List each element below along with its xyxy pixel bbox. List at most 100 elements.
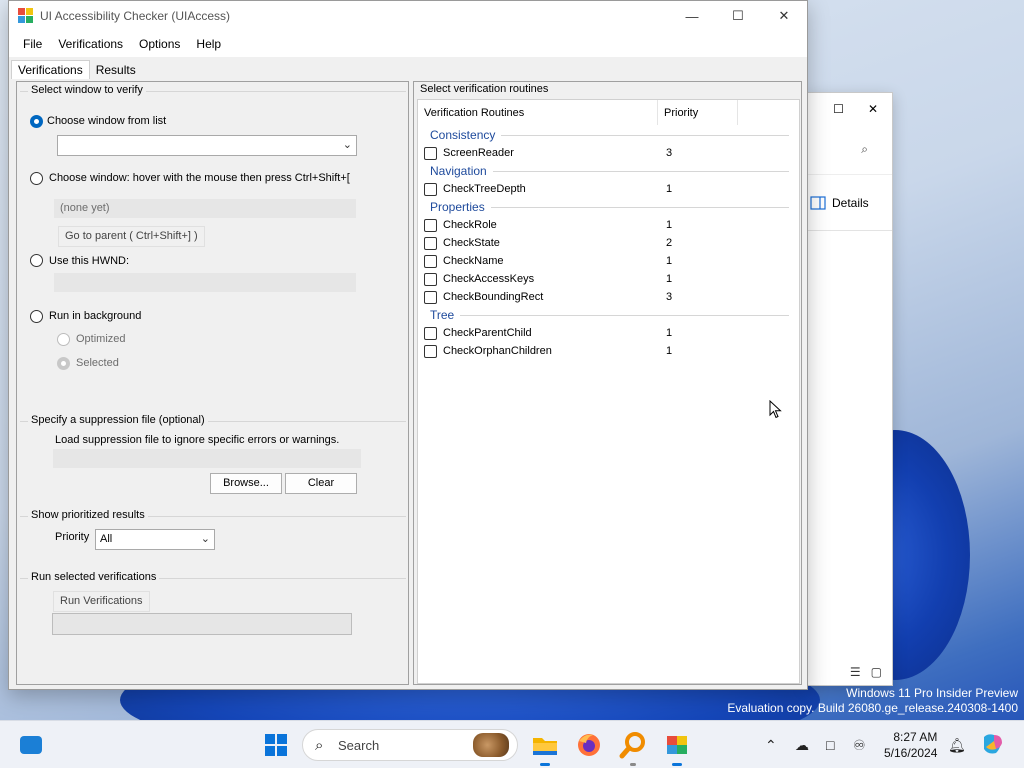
back-window-titlebar: ☐ ✕ [806, 93, 892, 125]
taskbar: ⌕ Search ⌃ ☁ □ ♾ 8:27 AM 5/16/2024 🔔︎ [0, 720, 1024, 768]
choose-from-list-label: Choose window from list [47, 115, 167, 127]
taskbar-search[interactable]: ⌕ Search [302, 729, 518, 761]
menu-file[interactable]: File [15, 37, 50, 51]
close-button[interactable]: ✕ [761, 1, 807, 31]
evaluation-watermark: Windows 11 Pro Insider Preview Evaluatio… [727, 686, 1018, 716]
minimize-button[interactable]: — [669, 1, 715, 31]
routine-checkbox[interactable] [424, 236, 437, 250]
watermark-line1: Windows 11 Pro Insider Preview [846, 686, 1018, 700]
routine-name: CheckBoundingRect [443, 291, 544, 303]
optimized-radio[interactable] [57, 333, 70, 346]
routine-row[interactable]: CheckAccessKeys 1 [418, 270, 799, 288]
list-view-icon[interactable]: ☰ [850, 665, 861, 679]
run-verifications-button[interactable]: Run Verifications [53, 591, 150, 612]
chevron-down-icon: ⌄ [342, 139, 352, 151]
clear-button[interactable]: Clear [285, 473, 357, 494]
accessibility-icon[interactable]: ♾ [853, 721, 866, 768]
routine-name: CheckTreeDepth [443, 183, 526, 195]
browse-button[interactable]: Browse... [210, 473, 282, 494]
routine-checkbox[interactable] [424, 182, 437, 196]
magnifier-icon[interactable] [619, 731, 647, 766]
routine-row[interactable]: CheckName 1 [418, 252, 799, 270]
details-label: Details [832, 195, 869, 210]
tab-results[interactable]: Results [90, 61, 142, 79]
routine-name: CheckOrphanChildren [443, 345, 552, 357]
title-bar[interactable]: UI Accessibility Checker (UIAccess) — ☐ … [9, 1, 807, 31]
display-icon[interactable]: □ [826, 721, 834, 768]
routine-group-name: Tree [430, 308, 455, 322]
hwnd-input[interactable] [54, 273, 356, 292]
routine-row[interactable]: CheckState 2 [418, 234, 799, 252]
routines-list: Verification Routines Priority Consisten… [417, 99, 800, 684]
close-icon[interactable]: ✕ [868, 102, 878, 116]
routine-checkbox[interactable] [424, 146, 437, 160]
routine-name: CheckRole [443, 219, 497, 231]
routine-checkbox[interactable] [424, 326, 437, 340]
routine-priority: 2 [666, 237, 673, 249]
routine-name: CheckState [443, 237, 500, 249]
column-header-priority[interactable]: Priority [658, 100, 738, 125]
routine-row[interactable]: CheckParentChild 1 [418, 324, 799, 342]
network-offline-icon[interactable]: ☁ [795, 721, 809, 768]
go-to-parent-button[interactable]: Go to parent ( Ctrl+Shift+] ) [58, 226, 205, 247]
tab-strip: Verifications Results [9, 57, 807, 79]
clock[interactable]: 8:27 AM 5/16/2024 [884, 729, 937, 761]
prioritized-title: Show prioritized results [28, 509, 148, 521]
routine-checkbox[interactable] [424, 218, 437, 232]
tiles-view-icon[interactable]: ▢ [871, 665, 882, 679]
routine-group-header: Tree [418, 306, 799, 324]
menu-verifications[interactable]: Verifications [50, 37, 131, 51]
suppression-group: Specify a suppression file (optional) Lo… [20, 414, 406, 507]
use-hwnd-radio[interactable] [30, 254, 43, 267]
routine-priority: 1 [666, 183, 673, 195]
choose-hover-radio[interactable] [30, 172, 43, 185]
routines-list-header: Verification Routines Priority [418, 100, 799, 126]
routine-row[interactable]: CheckBoundingRect 3 [418, 288, 799, 306]
group-divider [460, 314, 789, 316]
widgets-icon[interactable] [20, 736, 42, 754]
routine-checkbox[interactable] [424, 344, 437, 358]
group-divider [501, 134, 789, 136]
file-explorer-icon[interactable] [531, 731, 559, 766]
start-icon[interactable] [265, 734, 287, 756]
priority-dropdown[interactable]: All ⌄ [95, 529, 215, 550]
routine-row[interactable]: CheckTreeDepth 1 [418, 180, 799, 198]
routine-row[interactable]: ScreenReader 3 [418, 144, 799, 162]
routine-checkbox[interactable] [424, 290, 437, 304]
menu-help[interactable]: Help [188, 37, 229, 51]
maximize-button[interactable]: ☐ [715, 1, 761, 31]
routine-priority: 1 [666, 345, 673, 357]
selected-radio[interactable] [57, 357, 70, 370]
uiaccess-icon[interactable] [663, 731, 691, 766]
firefox-icon[interactable] [575, 731, 603, 759]
routine-row[interactable]: CheckOrphanChildren 1 [418, 342, 799, 360]
group-divider [492, 170, 789, 172]
copilot-icon[interactable] [980, 731, 1008, 759]
routine-groups: Consistency ScreenReader 3 Navigation CheckT… [418, 126, 799, 360]
chevron-down-icon: ⌄ [200, 533, 210, 545]
maximize-icon[interactable]: ☐ [833, 102, 844, 116]
notification-bell-icon[interactable]: 🔔︎ [948, 721, 966, 768]
routine-checkbox[interactable] [424, 272, 437, 286]
routine-checkbox[interactable] [424, 254, 437, 268]
routine-priority: 1 [666, 327, 673, 339]
optimized-label: Optimized [76, 333, 126, 345]
tab-verifications[interactable]: Verifications [11, 60, 90, 79]
routine-row[interactable]: CheckRole 1 [418, 216, 799, 234]
routine-group-header: Navigation [418, 162, 799, 180]
choose-from-list-radio[interactable] [30, 115, 43, 128]
details-button[interactable]: Details [806, 175, 892, 231]
window-list-dropdown[interactable]: ⌄ [57, 135, 357, 156]
column-header-routines[interactable]: Verification Routines [418, 100, 658, 125]
back-window-search[interactable]: ⌕ [806, 125, 892, 175]
show-hidden-icons-chevron-icon[interactable]: ⌃ [765, 721, 777, 768]
prioritized-results-group: Show prioritized results Priority All ⌄ [20, 509, 406, 570]
run-background-radio[interactable] [30, 310, 43, 323]
routine-name: ScreenReader [443, 147, 514, 159]
routine-group-name: Properties [430, 200, 485, 214]
menu-options[interactable]: Options [131, 37, 188, 51]
suppression-file-path[interactable] [53, 449, 361, 468]
priority-value: All [100, 533, 113, 545]
search-highlight-icon [473, 733, 509, 757]
watermark-line2: Evaluation copy. Build 26080.ge_release.… [727, 701, 1018, 715]
